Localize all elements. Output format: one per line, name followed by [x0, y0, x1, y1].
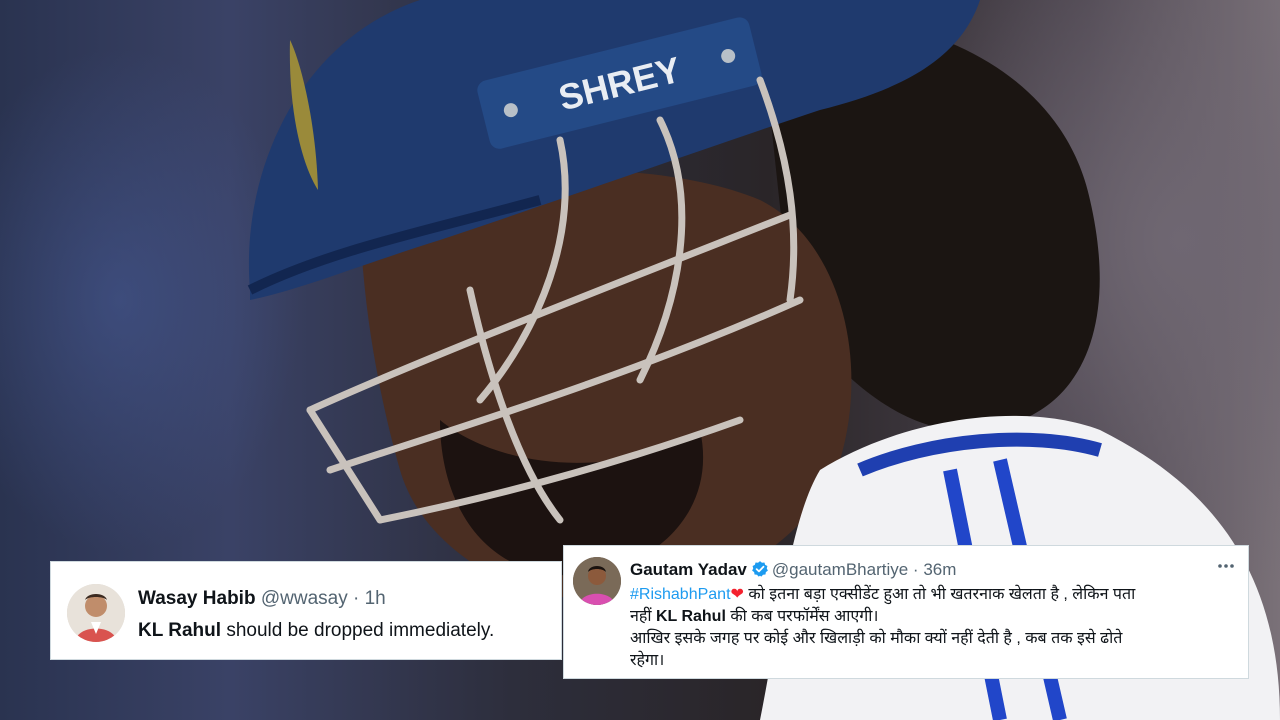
avatar[interactable] [573, 557, 621, 605]
tweet-line-1: #RishabhPant❤ को इतना बड़ा एक्सीडेंट हुआ… [630, 584, 1135, 606]
tweet-line-2: नहीं KL Rahul की कब परफॉर्मेंस आएगी। [630, 606, 1135, 628]
hashtag-link[interactable]: #RishabhPant [630, 586, 731, 603]
user-handle[interactable]: @wwasay [261, 588, 348, 609]
tweet-header: Wasay Habib @wwasay · 1h [138, 588, 386, 610]
tweet-line-3: आखिर इसके जगह पर कोई और खिलाड़ी को मौका … [630, 630, 1123, 647]
user-avatar-icon [67, 584, 125, 642]
tweet-text: KL Rahul should be dropped immediately. [138, 620, 494, 642]
tweet-line-2-rest: की कब परफॉर्मेंस आएगी। [725, 608, 879, 625]
tweet-card-wasay[interactable]: Wasay Habib @wwasay · 1h KL Rahul should… [50, 561, 562, 660]
user-avatar-icon [573, 557, 621, 605]
heart-emoji: ❤ [730, 586, 744, 603]
tweet-line-2-bold: KL Rahul [655, 608, 726, 625]
separator-dot: · [353, 588, 360, 609]
verified-badge-icon [751, 561, 768, 577]
timestamp[interactable]: 36m [923, 560, 956, 579]
more-options-icon[interactable] [1216, 556, 1236, 576]
display-name[interactable]: Wasay Habib [138, 588, 256, 609]
display-name[interactable]: Gautam Yadav [630, 560, 747, 579]
tweet-line-2-pre: नहीं [630, 608, 656, 625]
timestamp[interactable]: 1h [365, 588, 386, 609]
tweet-text-rest: should be dropped immediately. [221, 620, 495, 641]
separator-dot: · [912, 560, 919, 579]
tweet-card-gautam[interactable]: Gautam Yadav @gautamBhartiye · 36m #Rish… [563, 545, 1249, 679]
tweet-text: #RishabhPant❤ को इतना बड़ा एक्सीडेंट हुआ… [630, 584, 1135, 672]
tweet-line-4: रहेगा। [630, 652, 665, 669]
tweet-header: Gautam Yadav @gautamBhartiye · 36m [630, 560, 956, 580]
user-handle[interactable]: @gautamBhartiye [772, 560, 908, 579]
tweet-text-bold: KL Rahul [138, 620, 222, 641]
tweet-line-1-text: को इतना बड़ा एक्सीडेंट हुआ तो भी खतरनाक … [743, 586, 1136, 603]
avatar[interactable] [67, 584, 125, 642]
